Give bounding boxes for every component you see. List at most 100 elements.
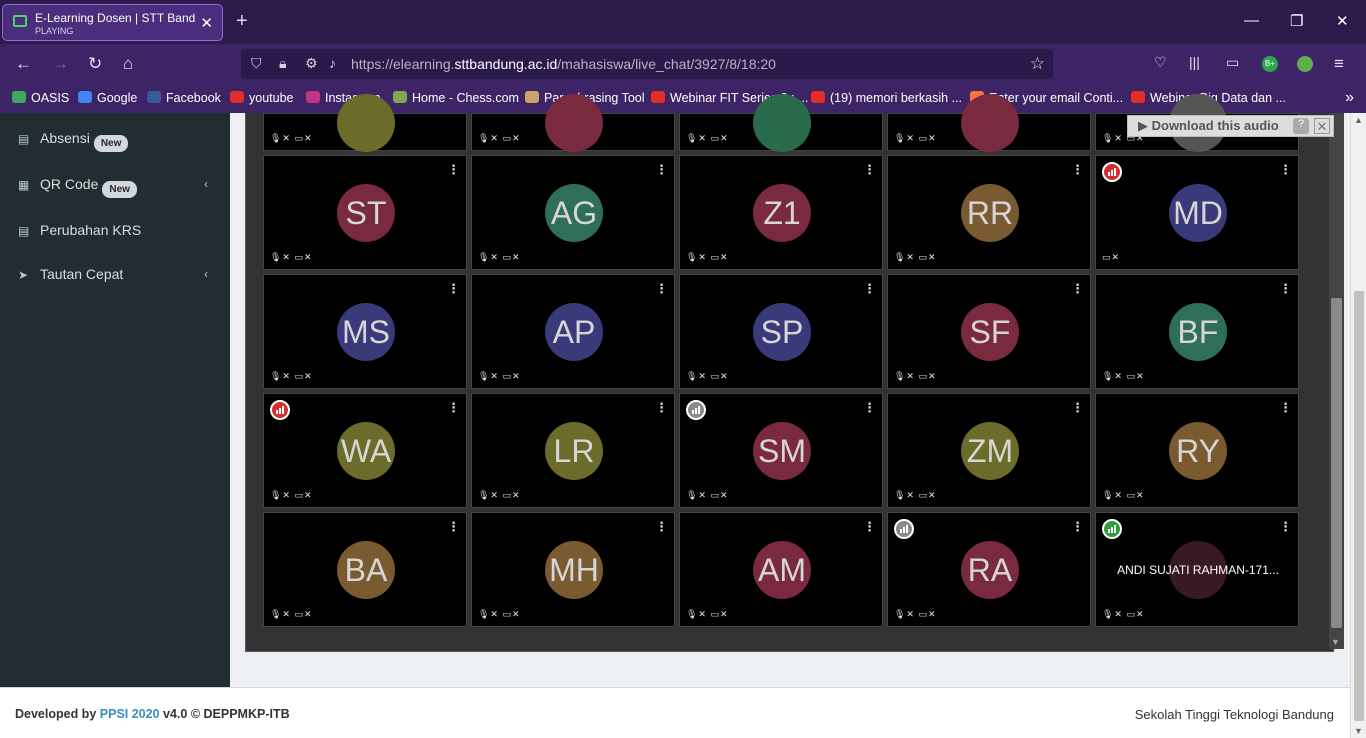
tile-menu-icon[interactable]: ⋮ (1071, 519, 1084, 535)
participant-tile[interactable]: SP ⋮ 🎙︎✕ ▭✕ (679, 274, 883, 389)
participant-tile[interactable]: 🎙︎✕ ▭✕ (263, 94, 467, 152)
participant-tile[interactable]: 🎙︎✕ ▭✕ (887, 94, 1091, 152)
tile-menu-icon[interactable]: ⋮ (1279, 281, 1292, 297)
restore-button[interactable]: ❐ (1290, 12, 1303, 30)
lock-icon[interactable]: 🔒︎ (279, 55, 286, 72)
scroll-down-icon[interactable]: ▼ (1331, 637, 1340, 647)
bookmark-item[interactable]: youtube (230, 91, 293, 105)
tile-menu-icon[interactable]: ⋮ (863, 400, 876, 416)
close-icon[interactable]: ✕ (1314, 118, 1330, 134)
tile-menu-icon[interactable]: ⋮ (655, 162, 668, 178)
close-window-button[interactable]: ✕ (1336, 12, 1349, 30)
muted-mic-camera-icon: 🎙︎✕ ▭✕ (270, 252, 313, 262)
scroll-up-icon[interactable]: ▲ (1354, 115, 1363, 125)
tile-menu-icon[interactable]: ⋮ (447, 519, 460, 535)
bookmark-item[interactable]: OASIS (12, 91, 69, 105)
tab-close-icon[interactable]: ✕ (200, 14, 213, 32)
tile-menu-icon[interactable]: ⋮ (447, 162, 460, 178)
participant-tile[interactable]: AP ⋮ 🎙︎✕ ▭✕ (471, 274, 675, 389)
participant-avatar: MS (337, 303, 395, 361)
download-audio-bar[interactable]: ▶ Download this audio ? ✕ (1127, 115, 1334, 137)
sidebar-item-qr-code[interactable]: ▦ QR Code New ‹ (18, 176, 218, 198)
participant-tile[interactable]: MS ⋮ 🎙︎✕ ▭✕ (263, 274, 467, 389)
forward-button[interactable]: → (52, 54, 69, 74)
participant-avatar: SP (753, 303, 811, 361)
browser-tab-strip: E-Learning Dosen | STT Bandung PLAYING ✕… (0, 0, 1366, 44)
participant-avatar (337, 94, 395, 152)
app-menu-icon[interactable]: ≡ (1334, 54, 1344, 74)
participant-tile[interactable]: MD ⋮ ▭✕ (1095, 155, 1299, 270)
participant-tile[interactable]: RY ⋮ 🎙︎✕ ▭✕ (1095, 393, 1299, 508)
tile-menu-icon[interactable]: ⋮ (1071, 162, 1084, 178)
tile-menu-icon[interactable]: ⋮ (655, 519, 668, 535)
participant-avatar: WA (337, 422, 395, 480)
participant-tile[interactable]: ST ⋮ 🎙︎✕ ▭✕ (263, 155, 467, 270)
extension-icon[interactable]: B+ (1262, 56, 1278, 72)
participant-tile[interactable]: BA ⋮ 🎙︎✕ ▭✕ (263, 512, 467, 627)
new-tab-button[interactable]: + (236, 10, 248, 33)
participant-tile[interactable]: MH ⋮ 🎙︎✕ ▭✕ (471, 512, 675, 627)
participant-tile[interactable]: AM ⋮ 🎙︎✕ ▭✕ (679, 512, 883, 627)
tile-menu-icon[interactable]: ⋮ (1071, 400, 1084, 416)
bookmark-item[interactable]: Facebook (147, 91, 221, 105)
participant-tile[interactable]: SM ⋮ 🎙︎✕ ▭✕ (679, 393, 883, 508)
participant-tile[interactable]: 🎙︎✕ ▭✕ (471, 94, 675, 152)
participant-tile[interactable]: RR ⋮ 🎙︎✕ ▭✕ (887, 155, 1091, 270)
participant-tile[interactable]: AG ⋮ 🎙︎✕ ▭✕ (471, 155, 675, 270)
browser-tab[interactable]: E-Learning Dosen | STT Bandung PLAYING ✕ (2, 4, 223, 41)
bookmark-item[interactable]: Google (78, 91, 137, 105)
page-scrollbar-thumb[interactable] (1354, 291, 1364, 721)
reload-button[interactable]: ↻ (88, 54, 102, 74)
meeting-scrollbar[interactable]: ▼ (1329, 113, 1344, 649)
pocket-icon[interactable]: ♡ (1154, 54, 1167, 71)
shield-icon[interactable]: ⛉ (251, 55, 262, 72)
home-button[interactable]: ⌂ (123, 54, 133, 74)
scroll-down-icon[interactable]: ▼ (1354, 726, 1363, 736)
address-bar[interactable]: ⛉ 🔒︎ ⚙ ♪ https://elearning.sttbandung.ac… (241, 49, 1053, 79)
bookmark-star-icon[interactable]: ☆ (1030, 54, 1045, 74)
participant-tile[interactable]: WA ⋮ 🎙︎✕ ▭✕ (263, 393, 467, 508)
participant-tile[interactable]: RA ⋮ 🎙︎✕ ▭✕ (887, 512, 1091, 627)
sidebar-toggle-icon[interactable]: ▭ (1226, 54, 1239, 71)
participant-tile[interactable]: ZM ⋮ 🎙︎✕ ▭✕ (887, 393, 1091, 508)
tile-menu-icon[interactable]: ⋮ (1279, 162, 1292, 178)
muted-mic-camera-icon: 🎙︎✕ ▭✕ (270, 490, 313, 500)
permissions-icon[interactable]: ⚙ (305, 55, 318, 72)
meeting-scrollbar-thumb[interactable] (1331, 298, 1342, 628)
tile-menu-icon[interactable]: ⋮ (655, 281, 668, 297)
tile-menu-icon[interactable]: ⋮ (1279, 519, 1292, 535)
participant-tile[interactable]: SF ⋮ 🎙︎✕ ▭✕ (887, 274, 1091, 389)
tile-menu-icon[interactable]: ⋮ (447, 281, 460, 297)
extension-globe-icon[interactable] (1297, 56, 1313, 72)
bookmark-item[interactable]: (19) memori berkasih ... (811, 91, 962, 105)
help-icon[interactable]: ? (1293, 118, 1309, 134)
site-favicon-icon (13, 15, 27, 27)
tile-menu-icon[interactable]: ⋮ (1279, 400, 1292, 416)
sidebar-item-tautan-cepat[interactable]: ➤ Tautan Cepat ‹ (18, 266, 218, 282)
participant-avatar: LR (545, 422, 603, 480)
more-bookmarks-icon[interactable]: » (1345, 89, 1354, 107)
bookmark-item[interactable]: Home - Chess.com (393, 91, 519, 105)
tile-menu-icon[interactable]: ⋮ (655, 400, 668, 416)
participant-tile[interactable]: BF ⋮ 🎙︎✕ ▭✕ (1095, 274, 1299, 389)
bookmark-favicon-icon (12, 91, 26, 103)
download-audio-label[interactable]: ▶ Download this audio (1138, 118, 1279, 134)
ppsi-link[interactable]: PPSI 2020 (100, 707, 160, 721)
minimize-button[interactable]: — (1244, 12, 1259, 29)
tile-menu-icon[interactable]: ⋮ (863, 519, 876, 535)
library-icon[interactable]: ||| (1189, 54, 1200, 70)
sidebar-item-absensi[interactable]: ▤ Absensi New (18, 130, 218, 152)
participant-tile[interactable]: LR ⋮ 🎙︎✕ ▭✕ (471, 393, 675, 508)
tile-menu-icon[interactable]: ⋮ (1071, 281, 1084, 297)
tile-menu-icon[interactable]: ⋮ (863, 281, 876, 297)
page-scrollbar[interactable]: ▲ ▼ (1350, 113, 1366, 738)
url-text[interactable]: https://elearning.sttbandung.ac.id/mahas… (351, 56, 776, 72)
back-button[interactable]: ← (15, 54, 32, 74)
participant-tile[interactable]: AS ANDI SUJATI RAHMAN-171... ⋮ 🎙︎✕ ▭✕ (1095, 512, 1299, 627)
tile-menu-icon[interactable]: ⋮ (447, 400, 460, 416)
microphone-icon[interactable]: ♪ (329, 55, 336, 71)
participant-tile[interactable]: Z1 ⋮ 🎙︎✕ ▭✕ (679, 155, 883, 270)
sidebar-item-perubahan-krs[interactable]: ▤ Perubahan KRS (18, 222, 218, 238)
participant-tile[interactable]: 🎙︎✕ ▭✕ (679, 94, 883, 152)
tile-menu-icon[interactable]: ⋮ (863, 162, 876, 178)
